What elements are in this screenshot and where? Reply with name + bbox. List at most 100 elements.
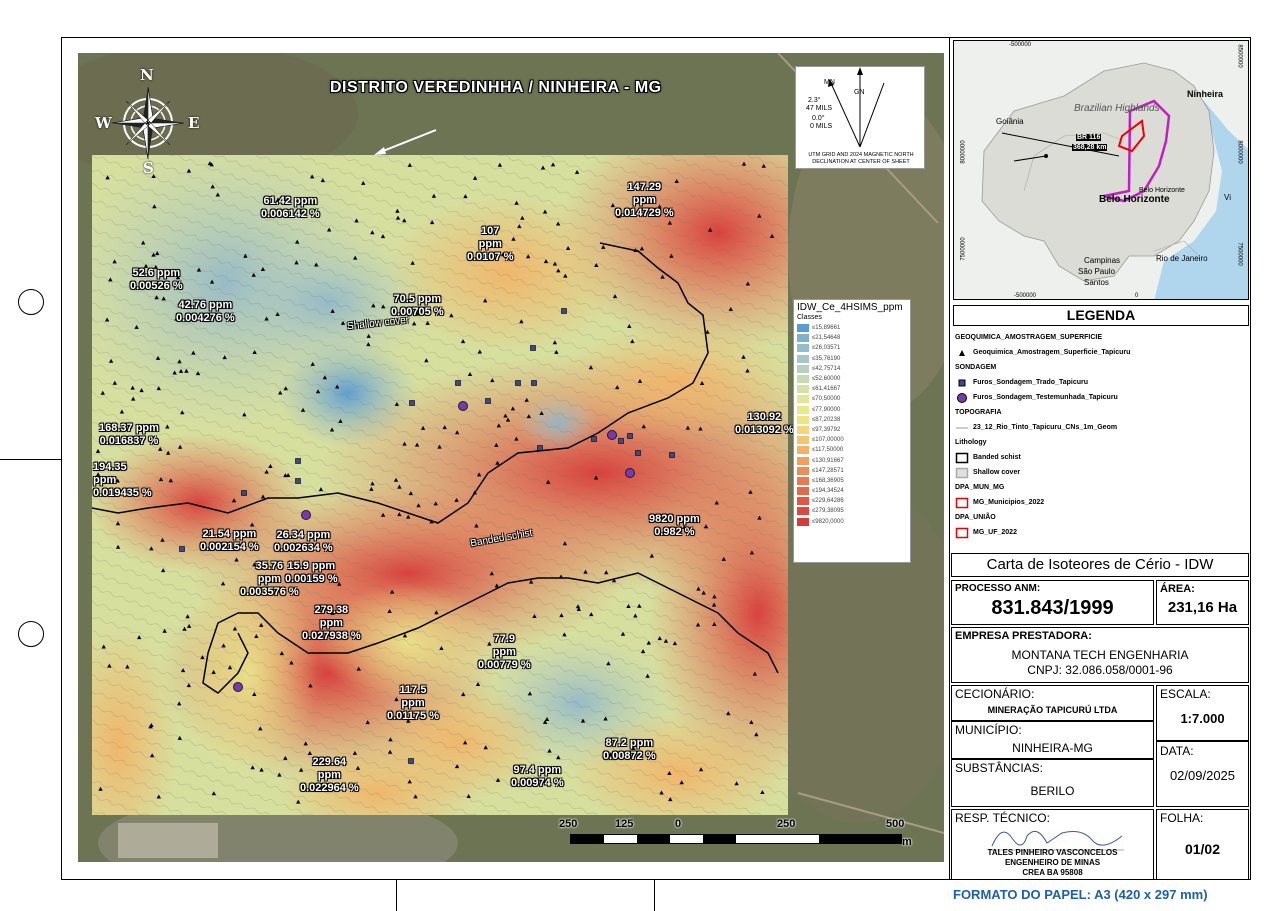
sample-label: 70.5 ppm 0.00705 % xyxy=(391,293,444,318)
auger-hole-icon xyxy=(561,308,567,314)
idw-class-row: ≤35,76190 xyxy=(797,354,910,364)
auger-hole-icon xyxy=(627,433,633,439)
processo-cell: PROCESSO ANM: 831.843/1999 xyxy=(951,580,1154,625)
scale-bar xyxy=(570,834,902,844)
scale-unit-label: m xyxy=(902,836,912,848)
idw-class-row: ≤77,90000 xyxy=(797,405,910,415)
idw-class-row: ≤26,03571 xyxy=(797,343,910,353)
municipio-label: MUNICÍPIO: xyxy=(955,723,1022,737)
data-label: DATA: xyxy=(1160,744,1194,758)
legend-group-head: DPA_UNIÃO xyxy=(955,514,996,521)
declination-diagram: MN GN 2.3° 47 MILS 0.0° 0 MILS UTM GRID … xyxy=(795,66,925,169)
idw-class-label: ≤130,91667 xyxy=(812,457,844,464)
core-hole-icon xyxy=(625,468,635,478)
sample-label: 107 ppm 0.0107 % xyxy=(467,225,514,263)
idw-legend-subtitle: Classes xyxy=(797,314,822,321)
idw-class-label: ≤87,20238 xyxy=(812,416,841,423)
auger-hole-icon xyxy=(295,478,301,484)
sample-label: 21.54 ppm 0.002154 % xyxy=(200,528,259,553)
idw-class-row: ≤194,34524 xyxy=(797,486,910,496)
legend-item-label: MG_UF_2022 xyxy=(973,529,1017,536)
idw-class-label: ≤279,38095 xyxy=(812,508,844,515)
idw-class-label: ≤26,03571 xyxy=(812,345,841,352)
inset-grid-label: 7500000 xyxy=(960,237,967,261)
decl-angle: 2.3° xyxy=(808,97,821,104)
substancias-cell: SUBSTÂNCIAS: BERILO xyxy=(951,759,1154,807)
decl-mils: 47 MILS xyxy=(806,105,833,112)
idw-class-label: ≤9820,0000 xyxy=(812,518,844,525)
inset-grid-label: 8500000 xyxy=(1236,44,1243,68)
idw-class-label: ≤194,34524 xyxy=(812,488,844,495)
idw-class-label: ≤42,75714 xyxy=(812,365,841,372)
inset-label-sp: São Paulo xyxy=(1078,267,1115,276)
idw-class-label: ≤147,28571 xyxy=(812,467,844,474)
core-hole-icon xyxy=(233,682,243,692)
legend-item: MG_Municipios_2022 xyxy=(955,495,1245,510)
auger-hole-icon xyxy=(409,400,415,406)
inset-label-bh: Belo Horizonte xyxy=(1099,194,1170,205)
auger-hole-icon xyxy=(179,546,185,552)
idw-class-row: ≤147,28571 xyxy=(797,466,910,476)
declination-note: UTM GRID AND 2024 MAGNETIC NORTH DECLINAT… xyxy=(808,152,914,165)
sample-label: 61.42 ppm 0.006142 % xyxy=(261,195,320,220)
auger-hole-icon xyxy=(408,758,414,764)
binder-hole xyxy=(18,621,44,647)
box-grey-symbol-icon xyxy=(955,467,969,478)
box-red-symbol-icon xyxy=(955,527,969,538)
cecionario-label: CECIONÁRIO: xyxy=(955,687,1035,701)
sheet-divider xyxy=(396,880,397,911)
inset-grid-label: -500000 xyxy=(1014,293,1037,299)
auger-hole-icon xyxy=(485,398,491,404)
legend-body: GEOQUIMICA_AMOSTRAGEM_SUPERFICIE Geoquimi… xyxy=(955,330,1245,540)
square-symbol-icon xyxy=(958,379,966,386)
idw-class-swatch xyxy=(797,476,809,485)
decl-deg: 0.0° xyxy=(812,115,825,122)
idw-class-swatch xyxy=(797,497,809,506)
idw-class-label: ≤168,36905 xyxy=(812,477,844,484)
compass-n-label: N xyxy=(140,66,154,84)
auger-hole-icon xyxy=(635,450,641,456)
sample-label: 9820 ppm 0.982 % xyxy=(649,513,700,538)
idw-class-swatch xyxy=(797,436,809,445)
core-hole-icon xyxy=(458,401,468,411)
resp-details: TALES PINHEIRO VASCONCELOS ENGENHEIRO DE… xyxy=(987,848,1118,877)
idw-class-swatch xyxy=(797,385,809,394)
location-inset-map[interactable]: Ninheira Brazilian Highlands Goiânia BR … xyxy=(953,40,1249,300)
compass-e-label: E xyxy=(188,114,200,132)
cnpj-value: CNPJ: 32.086.058/0001-96 xyxy=(1027,663,1173,677)
inset-label-campinas: Campinas xyxy=(1084,256,1121,265)
cecionario-cell: CECIONÁRIO: MINERAÇÃO TAPICURÚ LTDA xyxy=(951,685,1154,721)
map-title: DISTRITO VEREDINHHA / NINHEIRA - MG xyxy=(330,79,662,96)
legend-item: 23_12_Rio_Tinto_Tapicuru_CNs_1m_Geom xyxy=(955,420,1245,435)
idw-class-row: ≤9820,0000 xyxy=(797,517,910,527)
idw-class-row: ≤42,75714 xyxy=(797,364,910,374)
auger-hole-icon xyxy=(241,490,247,496)
idw-class-label: ≤229,64286 xyxy=(812,498,844,505)
scale-tick-label: 125 xyxy=(615,818,634,830)
idw-class-swatch xyxy=(797,375,809,384)
legend-item-label: Furos_Sondagem_Testemunhada_Tapicuru xyxy=(973,394,1118,401)
inset-grid-label: 0 xyxy=(1135,293,1139,299)
legend-group-head: DPA_MUN_MG xyxy=(955,484,1005,491)
resp-tecnico-cell: RESP. TÉCNICO: TALES PINHEIRO VASCONCELO… xyxy=(951,809,1154,880)
legend-item: Geoquimica_Amostragem_Superficie_Tapicur… xyxy=(955,345,1245,360)
data-cell: DATA: 02/09/2025 xyxy=(1156,741,1249,807)
legend-item: Furos_Sondagem_Testemunhada_Tapicuru xyxy=(955,390,1245,405)
idw-class-swatch xyxy=(797,354,809,363)
decl-mils2: 0 MILS xyxy=(810,123,833,130)
idw-class-swatch xyxy=(797,405,809,414)
core-hole-icon xyxy=(301,510,311,520)
legend-item: Shallow cover xyxy=(955,465,1245,480)
sample-label: 52.6 ppm 0.00526 % xyxy=(130,267,183,292)
idw-class-row: ≤130,91667 xyxy=(797,455,910,465)
inset-label-br116: BR 116 xyxy=(1076,134,1102,141)
sample-label: 279.38 ppm 0.027938 % xyxy=(302,604,361,642)
scale-tick-label: 250 xyxy=(559,818,578,830)
idw-class-label: ≤21,54648 xyxy=(812,335,841,342)
legend-item-label: Furos_Sondagem_Trado_Tapicuru xyxy=(973,379,1089,386)
idw-class-label: ≤117,50000 xyxy=(812,447,844,454)
idw-class-swatch xyxy=(797,517,809,526)
auger-hole-icon xyxy=(295,458,301,464)
sample-label: 130.92 0.013092 % xyxy=(735,411,794,436)
inset-label-goiania: Goiânia xyxy=(996,117,1024,126)
